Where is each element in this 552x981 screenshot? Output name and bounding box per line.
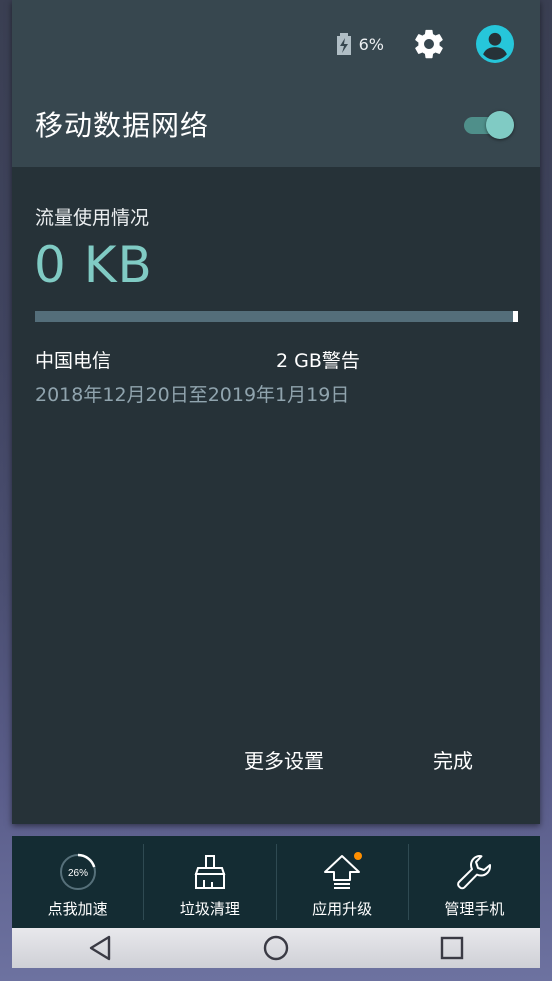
billing-date-range: 2018年12月20日至2019年1月19日 bbox=[35, 384, 350, 406]
home-icon[interactable] bbox=[261, 933, 291, 963]
upgrade-badge-dot bbox=[354, 852, 363, 860]
carrier-name: 中国电信 bbox=[35, 350, 112, 372]
gear-icon[interactable] bbox=[412, 27, 446, 61]
upgrade-arrow-icon bbox=[324, 852, 363, 889]
navigation-bar bbox=[12, 928, 540, 968]
back-icon[interactable] bbox=[85, 933, 115, 963]
dock-label-clean: 垃圾清理 bbox=[179, 900, 240, 918]
usage-label: 流量使用情况 bbox=[35, 207, 150, 229]
dock-label-manage: 管理手机 bbox=[444, 900, 505, 918]
usage-warning: 2 GB警告 bbox=[276, 350, 360, 372]
panel-header: 6% 移动数据网络 bbox=[12, 0, 540, 167]
speedup-gauge-icon: 26% bbox=[59, 853, 96, 890]
recents-icon[interactable] bbox=[437, 933, 467, 963]
dock-item-upgrade[interactable]: 应用升级 bbox=[277, 844, 409, 920]
mobile-data-toggle[interactable] bbox=[464, 111, 514, 139]
usage-limit-marker bbox=[513, 311, 518, 322]
done-button[interactable]: 完成 bbox=[433, 745, 473, 774]
speedup-percent: 26% bbox=[68, 868, 88, 879]
status-row: 6% bbox=[336, 20, 540, 68]
battery-charging-icon bbox=[336, 33, 351, 55]
quick-settings-panel: 6% 移动数据网络 流量使用情况 0 KB 中国电信 2 GB警告 2018年1… bbox=[12, 0, 540, 824]
more-settings-button[interactable]: 更多设置 bbox=[244, 745, 324, 774]
toggle-thumb bbox=[486, 111, 514, 139]
usage-progress-bar bbox=[35, 311, 518, 322]
usage-value: 0 KB bbox=[34, 236, 153, 294]
account-icon[interactable] bbox=[476, 25, 514, 63]
dock-label-upgrade: 应用升级 bbox=[312, 900, 373, 918]
wrench-icon bbox=[457, 855, 492, 890]
battery-percent: 6% bbox=[358, 34, 384, 54]
dock-item-clean[interactable]: 垃圾清理 bbox=[144, 844, 277, 920]
dock-item-manage[interactable]: 管理手机 bbox=[409, 844, 540, 920]
bottom-dock: 26% 点我加速 垃圾清理 应用升级 管理手机 bbox=[12, 836, 540, 928]
dock-item-speedup[interactable]: 26% 点我加速 bbox=[12, 844, 145, 920]
dock-label-speedup: 点我加速 bbox=[47, 900, 108, 918]
mobile-data-title: 移动数据网络 bbox=[35, 109, 210, 142]
broom-icon bbox=[194, 855, 226, 889]
